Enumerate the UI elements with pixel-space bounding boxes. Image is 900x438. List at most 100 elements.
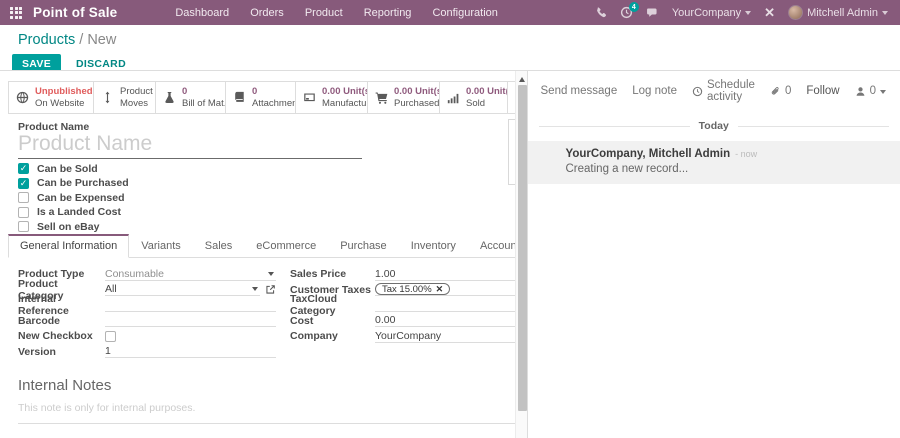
arrows-updown-icon: [101, 91, 114, 104]
tab-purchase[interactable]: Purchase: [328, 235, 398, 257]
stat-button-manufactured[interactable]: 0.00 Unit(s) Manufactu...: [296, 82, 368, 113]
menu-product[interactable]: Product: [305, 7, 343, 19]
checkbox-icon[interactable]: [18, 221, 29, 232]
flag-can-be-sold[interactable]: ✓ Can be Sold: [18, 163, 129, 175]
stat-value: 0: [182, 86, 188, 98]
internal-notes-title: Internal Notes: [18, 377, 112, 394]
field-taxcloud-category: TaxCloud Category: [290, 293, 548, 317]
checkbox-checked-icon[interactable]: ✓: [18, 177, 29, 189]
breadcrumb-separator: /: [79, 32, 84, 48]
menu-dashboard[interactable]: Dashboard: [175, 7, 229, 19]
new-checkbox-input[interactable]: [105, 330, 116, 342]
stat-value: 0.00 Unit(s): [466, 86, 507, 98]
log-note-button[interactable]: Log note: [632, 85, 677, 97]
stat-label: Bill of Mat...: [182, 97, 225, 109]
product-category-select[interactable]: All: [105, 283, 260, 297]
user-name: Mitchell Admin: [807, 6, 878, 19]
tab-variants[interactable]: Variants: [129, 235, 193, 257]
chevron-down-icon: [268, 271, 274, 279]
clock-icon: [692, 86, 703, 97]
stat-button-website[interactable]: Unpublished On Website: [9, 82, 94, 113]
chatter-message: YourCompany, Mitchell Admin - now Creati…: [527, 141, 900, 184]
tab-general-information[interactable]: General Information: [8, 234, 130, 258]
send-message-button[interactable]: Send message: [541, 85, 618, 97]
navbar-systray: 4 YourCompany ✕ Mitchell Admin: [594, 2, 900, 20]
menu-orders[interactable]: Orders: [250, 7, 284, 19]
discard-button[interactable]: DISCARD: [76, 58, 126, 70]
content-area: Unpublished On Website Product Moves 0 B…: [0, 70, 900, 438]
attachments-counter[interactable]: 0: [770, 85, 791, 97]
manufacture-icon: [303, 91, 316, 104]
scrollbar-thumb[interactable]: [517, 85, 527, 411]
product-name-input[interactable]: Product Name: [18, 132, 362, 159]
followers-counter[interactable]: 0: [855, 85, 886, 97]
x-icon[interactable]: ✕: [764, 6, 775, 19]
product-type-select[interactable]: Consumable: [105, 268, 276, 281]
stat-button-sold[interactable]: 0.00 Unit(s) Sold: [440, 82, 508, 113]
user-menu[interactable]: Mitchell Admin: [788, 5, 888, 20]
activity-clock-icon[interactable]: 4: [620, 2, 639, 19]
chevron-down-icon: [882, 10, 888, 18]
stat-button-product-moves[interactable]: Product Moves: [94, 82, 156, 113]
follow-button[interactable]: Follow: [806, 85, 839, 97]
stat-button-attachments[interactable]: 0 Attachments: [226, 82, 296, 113]
checkbox-icon[interactable]: [18, 206, 29, 218]
version-input[interactable]: 1: [105, 345, 276, 359]
today-divider: Today: [528, 120, 900, 132]
internal-reference-input[interactable]: [105, 299, 276, 312]
app-name[interactable]: Point of Sale: [33, 5, 117, 20]
checkbox-checked-icon[interactable]: ✓: [18, 163, 29, 174]
stat-label: On Website: [35, 97, 85, 109]
external-link-icon[interactable]: [265, 284, 276, 295]
chat-bubble-icon[interactable]: [646, 6, 659, 19]
field-sales-price: Sales Price 1.00: [290, 268, 548, 281]
cart-icon: [375, 91, 388, 104]
breadcrumb-products[interactable]: Products: [18, 32, 75, 48]
flag-sell-on-ebay[interactable]: Sell on eBay: [18, 221, 129, 233]
stat-label: Sold: [466, 97, 486, 109]
breadcrumb: Products / New: [18, 32, 116, 48]
top-navbar: Point of Sale Dashboard Orders Product R…: [0, 0, 900, 25]
company-name: YourCompany: [671, 6, 742, 19]
tab-inventory[interactable]: Inventory: [399, 235, 468, 257]
stat-label: Manufactu...: [322, 97, 367, 109]
message-timestamp: - now: [735, 149, 758, 159]
chart-bars-icon: [447, 91, 460, 104]
flag-can-be-expensed[interactable]: Can be Expensed: [18, 192, 129, 204]
tab-sales[interactable]: Sales: [193, 235, 245, 257]
product-flags: ✓ Can be Sold ✓ Can be Purchased Can be …: [18, 163, 129, 233]
general-information-fields: Product Type Consumable Product Category…: [18, 268, 548, 359]
internal-notes-input[interactable]: This note is only for internal purposes.: [18, 402, 195, 414]
user-avatar: [788, 5, 804, 20]
chevron-down-icon: [745, 10, 752, 18]
barcode-input[interactable]: [105, 314, 276, 328]
tab-ecommerce[interactable]: eCommerce: [244, 235, 328, 257]
company-switcher[interactable]: YourCompany: [671, 6, 752, 19]
book-icon: [233, 91, 246, 104]
stat-label: Purchased: [394, 97, 440, 109]
follower-person-icon: [855, 86, 866, 97]
section-divider: [18, 423, 540, 424]
activity-count-badge: 4: [628, 2, 639, 12]
flask-icon: [163, 91, 176, 104]
phone-icon[interactable]: [594, 6, 607, 19]
schedule-activity-button[interactable]: Schedule activity: [692, 79, 755, 103]
stat-value: 0.00 Unit(s): [394, 86, 439, 98]
flag-can-be-purchased[interactable]: ✓ Can be Purchased: [18, 177, 129, 189]
scroll-up-arrow-icon[interactable]: [518, 74, 525, 82]
stat-button-purchased[interactable]: 0.00 Unit(s) Purchased: [368, 82, 440, 113]
checkbox-icon[interactable]: [18, 192, 29, 203]
menu-reporting[interactable]: Reporting: [364, 7, 412, 19]
company-select[interactable]: YourCompany: [375, 330, 532, 343]
flag-landed-cost[interactable]: Is a Landed Cost: [18, 206, 129, 218]
tag-remove-icon[interactable]: ✕: [436, 284, 444, 294]
stat-value: 0.00 Unit(s): [322, 86, 367, 98]
stat-button-bom[interactable]: 0 Bill of Mat...: [156, 82, 226, 113]
stat-value: 0: [252, 86, 258, 98]
menu-configuration[interactable]: Configuration: [432, 7, 497, 19]
apps-grid-icon[interactable]: [10, 6, 22, 19]
message-author[interactable]: YourCompany, Mitchell Admin: [566, 148, 731, 160]
vertical-scrollbar[interactable]: [514, 71, 527, 438]
paperclip-icon: [770, 86, 781, 97]
field-cost: Cost 0.00: [290, 314, 548, 328]
